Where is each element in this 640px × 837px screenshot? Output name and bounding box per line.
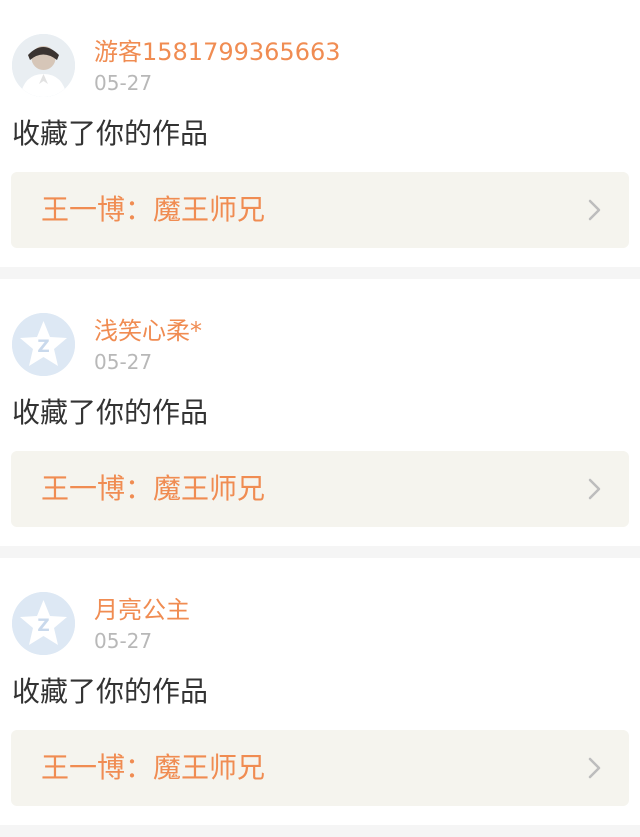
username[interactable]: 月亮公主 xyxy=(94,594,190,626)
timestamp: 05-27 xyxy=(94,350,153,374)
svg-text:Z: Z xyxy=(37,616,49,636)
work-title: 王一博：魔王师兄 xyxy=(41,193,266,226)
work-link[interactable]: 王一博：魔王师兄 xyxy=(11,730,629,806)
action-text: 收藏了你的作品 xyxy=(12,117,209,150)
work-title: 王一博：魔王师兄 xyxy=(41,751,266,784)
action-text: 收藏了你的作品 xyxy=(12,396,209,429)
chevron-right-icon xyxy=(587,477,603,501)
svg-text:Z: Z xyxy=(37,337,49,357)
user-photo-avatar-icon[interactable] xyxy=(12,34,75,97)
divider xyxy=(0,546,640,558)
action-text: 收藏了你的作品 xyxy=(12,675,209,708)
notification-card: Z 月亮公主 05-27 收藏了你的作品 王一博：魔王师兄 xyxy=(0,558,640,825)
notification-card: 游客1581799365663 05-27 收藏了你的作品 王一博：魔王师兄 xyxy=(0,0,640,267)
work-title: 王一博：魔王师兄 xyxy=(41,472,266,505)
work-link[interactable]: 王一博：魔王师兄 xyxy=(11,451,629,527)
chevron-right-icon xyxy=(587,756,603,780)
default-star-avatar-icon[interactable]: Z xyxy=(12,313,75,376)
notification-card: Z 浅笑心柔* 05-27 收藏了你的作品 王一博：魔王师兄 xyxy=(0,279,640,546)
divider xyxy=(0,267,640,279)
timestamp: 05-27 xyxy=(94,629,153,653)
timestamp: 05-27 xyxy=(94,71,153,95)
divider xyxy=(0,825,640,837)
username[interactable]: 浅笑心柔* xyxy=(94,315,202,347)
username[interactable]: 游客1581799365663 xyxy=(94,36,341,68)
chevron-right-icon xyxy=(587,198,603,222)
default-star-avatar-icon[interactable]: Z xyxy=(12,592,75,655)
notification-feed: 游客1581799365663 05-27 收藏了你的作品 王一博：魔王师兄 Z… xyxy=(0,0,640,837)
work-link[interactable]: 王一博：魔王师兄 xyxy=(11,172,629,248)
